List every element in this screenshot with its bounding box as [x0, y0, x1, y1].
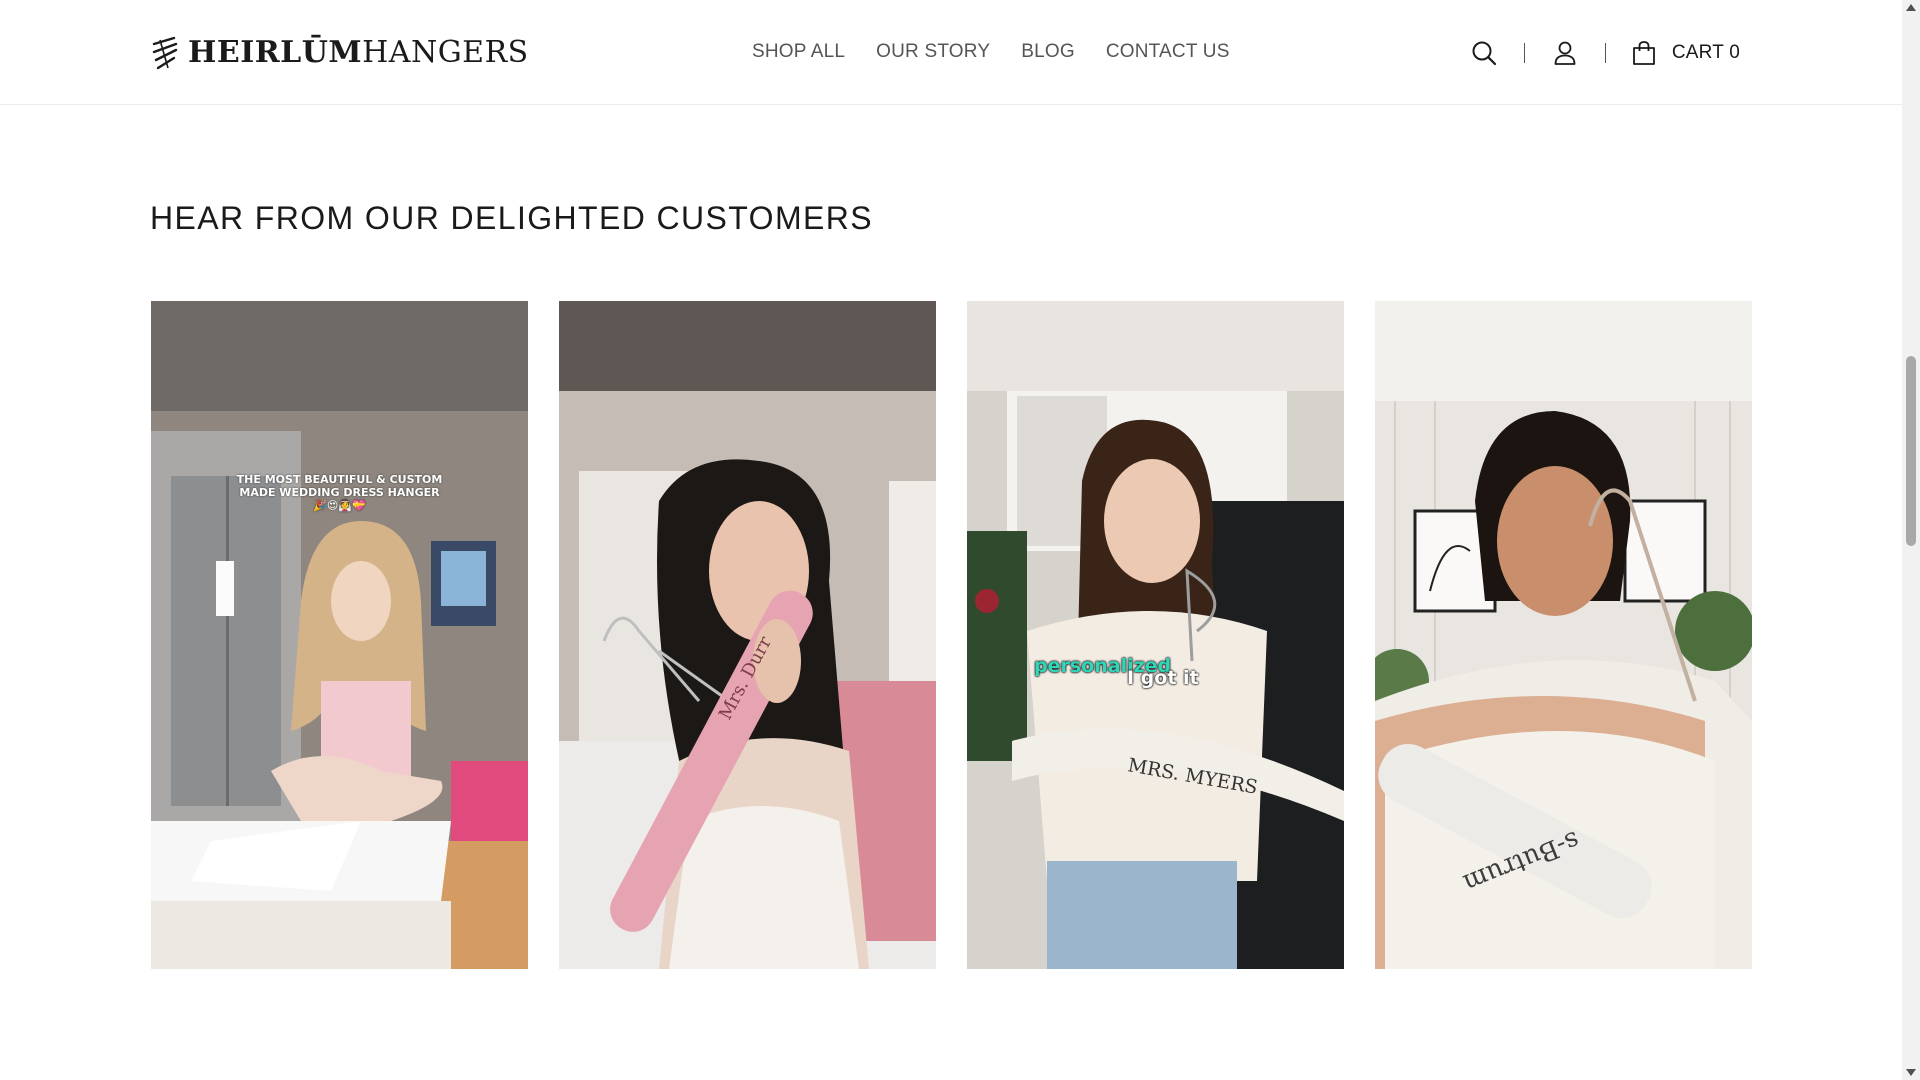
cart-label: CART 0 [1672, 42, 1740, 64]
user-icon[interactable] [1551, 39, 1579, 67]
testimonial-video-2[interactable]: Mrs. Durr [559, 301, 936, 969]
search-icon[interactable] [1470, 39, 1498, 67]
header-tools: CART 0 [1470, 37, 1740, 69]
video-thumbnail: Mrs. Durr [559, 301, 936, 969]
cart-count: 0 [1729, 42, 1740, 63]
site-header: HEIRLŪMHANGERS SHOP ALL OUR STORY BLOG C… [0, 0, 1902, 105]
shopping-bag-icon [1632, 41, 1655, 65]
overlay-caption-2: I got it [1127, 667, 1199, 689]
scrollbar-thumb[interactable] [1906, 356, 1916, 546]
page-scrollbar[interactable] [1902, 0, 1920, 1080]
scroll-up-arrow[interactable] [1906, 4, 1916, 11]
caption-line1: THE MOST BEAUTIFUL & CUSTOM [236, 473, 443, 486]
video-thumbnail: MRS. MYERS [967, 301, 1344, 969]
cart-button[interactable]: CART 0 [1632, 40, 1740, 66]
nav-our-story[interactable]: OUR STORY [876, 41, 990, 63]
testimonials-title: HEAR FROM OUR DELIGHTED CUSTOMERS [150, 200, 873, 236]
caption-emoji: 🎉😍👰💝 [313, 499, 366, 512]
testimonial-video-3[interactable]: MRS. MYERS personalized I got it [967, 301, 1344, 969]
cart-text: CART [1671, 42, 1724, 63]
brand-name-part2: HANGERS [362, 35, 529, 70]
brand-wordmark: HEIRLŪMHANGERS [188, 34, 529, 72]
main-nav: SHOP ALL OUR STORY BLOG CONTACT US [752, 41, 1230, 63]
nav-contact-us[interactable]: CONTACT US [1106, 41, 1230, 63]
video-caption: THE MOST BEAUTIFUL & CUSTOM MADE WEDDING… [151, 473, 528, 512]
video-thumbnail [151, 301, 528, 969]
testimonial-video-1[interactable]: THE MOST BEAUTIFUL & CUSTOM MADE WEDDING… [151, 301, 528, 969]
brand-logo[interactable]: HEIRLŪMHANGERS [150, 33, 529, 73]
divider [1523, 43, 1525, 63]
video-thumbnail: s-Butrum [1375, 301, 1752, 969]
scroll-down-arrow[interactable] [1906, 1069, 1916, 1076]
caption-line2: MADE WEDDING DRESS HANGER [239, 486, 440, 499]
nav-blog[interactable]: BLOG [1021, 41, 1075, 63]
brand-name-part1: HEIRLŪM [188, 35, 363, 70]
nav-shop-all[interactable]: SHOP ALL [752, 41, 845, 63]
testimonial-video-4[interactable]: s-Butrum [1375, 301, 1752, 969]
testimonial-videos: THE MOST BEAUTIFUL & CUSTOM MADE WEDDING… [151, 301, 1752, 969]
divider [1604, 43, 1606, 63]
logo-mark-icon [152, 36, 178, 70]
